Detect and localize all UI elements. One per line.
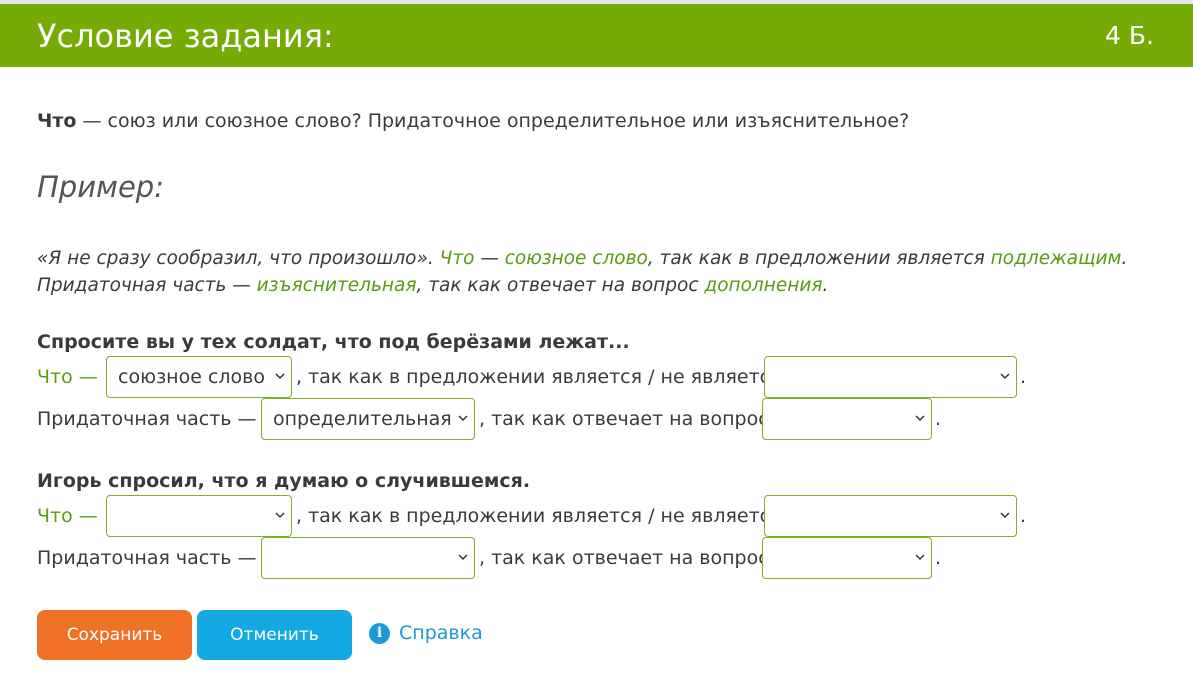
help-link[interactable]: i Справка: [369, 622, 483, 644]
sentence-2-row-1-end: .: [1020, 495, 1026, 537]
select-value: союзное слово: [118, 366, 265, 388]
question-keyword: Что: [37, 110, 77, 132]
example-heading: Пример:: [37, 170, 164, 204]
sentence-2-row-1: Что —: [37, 495, 98, 537]
example-fragment-highlight: дополнения: [704, 275, 823, 296]
chevron-down-icon: [1000, 373, 1010, 380]
example-line-2: Придаточная часть — изъяснительная, так …: [37, 272, 1157, 299]
sentence-role-select[interactable]: [764, 356, 1017, 398]
example-fragment-highlight: союзное слово: [504, 248, 648, 269]
sentence-1-row-1: Что —: [37, 356, 98, 398]
sentence-1-row-2-mid: , так как отвечает на вопрос: [479, 398, 769, 440]
example-fragment-highlight: подлежащим: [990, 248, 1122, 269]
row-end: .: [935, 547, 942, 569]
example-line-1: «Я не сразу сообразил, что произошло». Ч…: [37, 245, 1157, 272]
sentence-2-row-2-mid: , так как отвечает на вопрос: [479, 537, 769, 579]
example-fragment: «Я не сразу сообразил, что произошло».: [37, 248, 440, 269]
chevron-down-icon: [915, 554, 925, 561]
word-type-select[interactable]: [106, 495, 292, 537]
clause-type-select[interactable]: определительная: [261, 398, 475, 440]
save-button[interactable]: Сохранить: [37, 610, 192, 660]
info-icon: i: [369, 622, 390, 644]
sentence-1-row-2: Придаточная часть —: [37, 398, 257, 440]
question-type-select[interactable]: [762, 398, 932, 440]
row-lead: Что —: [37, 505, 98, 527]
row-lead: Что —: [37, 366, 98, 388]
example-fragment: , так как отвечает на вопрос: [416, 275, 705, 296]
chevron-down-icon: [458, 415, 468, 422]
task-header: Условие задания: 4 Б.: [0, 4, 1193, 67]
row-lead: Придаточная часть —: [37, 547, 257, 569]
chevron-down-icon: [275, 373, 285, 380]
task-title: Условие задания:: [37, 17, 334, 55]
row-lead: Придаточная часть —: [37, 408, 257, 430]
example-fragment: , так как в предложении является: [647, 248, 991, 269]
row-mid: , так как отвечает на вопрос: [479, 547, 769, 569]
chevron-down-icon: [1000, 512, 1010, 519]
help-label: Справка: [399, 622, 483, 644]
sentence-2-row-2: Придаточная часть —: [37, 537, 257, 579]
sentence-1-title: Спросите вы у тех солдат, что под берёза…: [37, 331, 630, 353]
sentence-1-row-1-mid: , так как в предложении является / не яв…: [296, 356, 782, 398]
example-fragment: —: [474, 248, 505, 269]
task-points: 4 Б.: [1105, 21, 1154, 50]
chevron-down-icon: [458, 554, 468, 561]
row-end: .: [1020, 366, 1027, 388]
row-mid: , так как в предложении является / не яв…: [296, 366, 782, 388]
clause-type-select[interactable]: [261, 537, 475, 579]
sentence-role-select[interactable]: [764, 495, 1017, 537]
example-fragment-highlight: Что: [439, 248, 475, 269]
row-end: .: [935, 408, 942, 430]
cancel-button[interactable]: Отменить: [197, 610, 352, 660]
example-fragment: .: [1121, 248, 1128, 269]
row-mid: , так как отвечает на вопрос: [479, 408, 769, 430]
select-value: определительная: [273, 408, 452, 430]
example-fragment-highlight: изъяснительная: [256, 275, 417, 296]
example-fragment: Придаточная часть —: [37, 275, 257, 296]
sentence-1-row-1-end: .: [1020, 356, 1026, 398]
row-mid: , так как в предложении является / не яв…: [296, 505, 782, 527]
chevron-down-icon: [275, 512, 285, 519]
sentence-1-row-2-end: .: [935, 398, 941, 440]
example-text: «Я не сразу сообразил, что произошло». Ч…: [37, 245, 1157, 299]
sentence-2-title: Игорь спросил, что я думаю о случившемся…: [37, 470, 531, 492]
row-end: .: [1020, 505, 1027, 527]
chevron-down-icon: [915, 415, 925, 422]
question-text: — союз или союзное слово? Придаточное оп…: [76, 110, 910, 132]
question-type-select[interactable]: [762, 537, 932, 579]
word-type-select[interactable]: союзное слово: [106, 356, 292, 398]
sentence-2-row-1-mid: , так как в предложении является / не яв…: [296, 495, 782, 537]
task-question: Что — союз или союзное слово? Придаточно…: [37, 110, 909, 132]
example-fragment: .: [822, 275, 829, 296]
sentence-2-row-2-end: .: [935, 537, 941, 579]
